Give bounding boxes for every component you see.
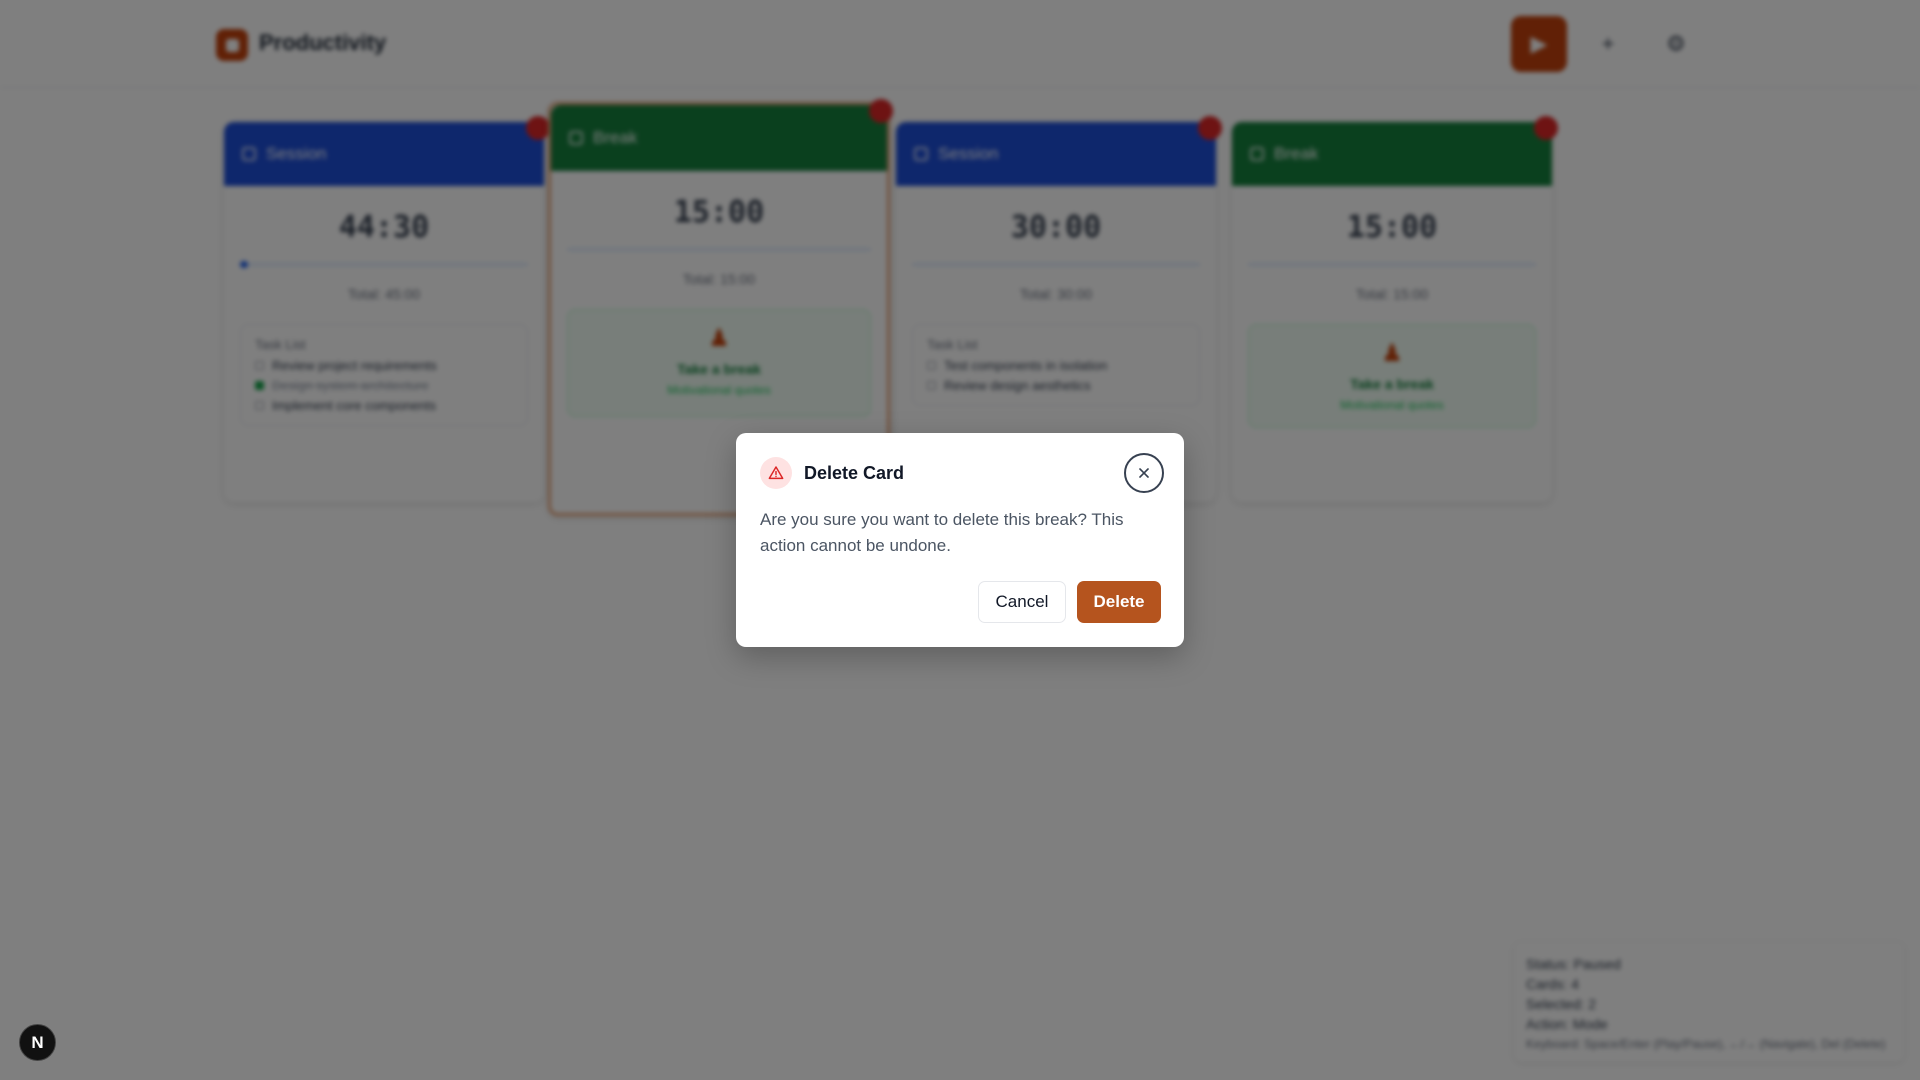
cancel-button[interactable]: Cancel [978,581,1066,623]
dialog-message: Are you sure you want to delete this bre… [760,510,1124,555]
dev-badge-label: N [31,1032,44,1052]
warning-triangle-icon [760,457,792,489]
dialog-title: Delete Card [804,463,905,483]
dev-tools-badge[interactable]: N [19,1024,56,1061]
delete-button[interactable]: Delete [1077,581,1161,623]
delete-card-dialog: Delete Card Are you sure you want to del… [736,433,1184,647]
close-button[interactable] [1124,453,1164,493]
close-icon [1139,468,1149,478]
